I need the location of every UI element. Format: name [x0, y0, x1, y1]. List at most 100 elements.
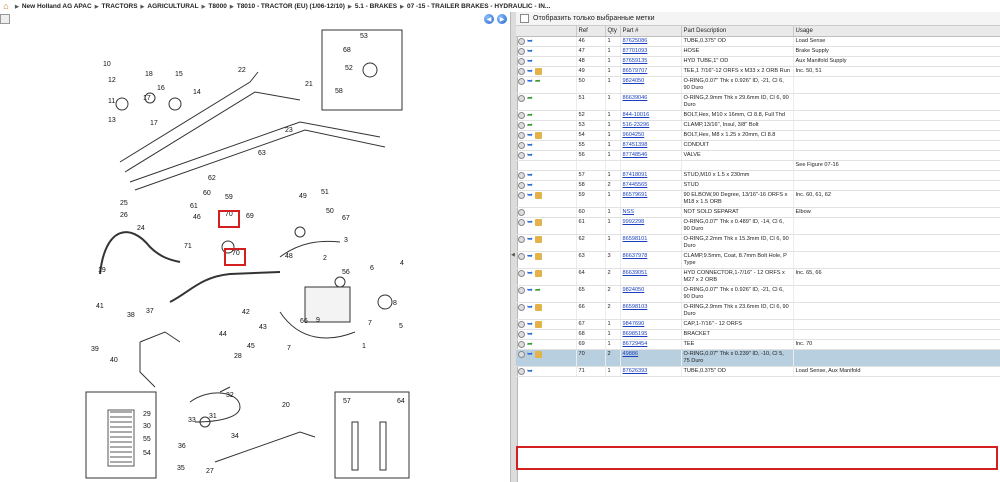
part-number-link[interactable]: 87625086	[623, 38, 648, 44]
table-row[interactable]: ➦ 52 1 844-10016 BOLT,Hex, M10 x 16mm, Cl 8.…	[516, 110, 1000, 121]
forward-icon[interactable]: ➦	[535, 78, 541, 85]
part-number-link[interactable]: 86729454	[623, 341, 648, 347]
settings-icon[interactable]	[518, 122, 525, 129]
table-row[interactable]: ➥ 54 1 9604250 BOLT,Hex, M8 x 1.25 x 20mm, C…	[516, 130, 1000, 141]
callout-label[interactable]: 19	[98, 267, 106, 274]
table-row[interactable]: ➦ 69 1 86729454 TEE Inc. 70	[516, 339, 1000, 350]
collapse-arrow-icon[interactable]: ◀	[511, 252, 515, 260]
column-header[interactable]: Part Description	[681, 26, 794, 37]
table-row[interactable]: ➥ 48 1 87659135 HYD TUBE,1" OD Aux Manifold S…	[516, 56, 1000, 67]
table-row[interactable]: See Figure 07-16	[516, 160, 1000, 171]
part-number-cell[interactable]: 9824050	[620, 76, 682, 94]
settings-icon[interactable]	[518, 209, 525, 216]
add-to-cart-icon[interactable]: ➥	[527, 132, 533, 139]
callout-label[interactable]: 44	[219, 331, 227, 338]
add-to-cart-icon[interactable]: ➥	[527, 253, 533, 260]
callout-label[interactable]: 41	[96, 303, 104, 310]
callout-label[interactable]: 70	[225, 211, 233, 218]
package-icon[interactable]	[534, 192, 542, 199]
callout-label[interactable]: 30	[143, 423, 151, 430]
add-to-cart-icon[interactable]: ➥	[527, 236, 533, 243]
settings-icon[interactable]	[518, 142, 525, 149]
part-number-link[interactable]: 86579691	[623, 192, 648, 198]
callout-label[interactable]: 57	[343, 398, 351, 405]
callout-label[interactable]: 10	[103, 61, 111, 68]
callout-label[interactable]: 60	[203, 190, 211, 197]
part-number-cell[interactable]: 87445565	[620, 180, 682, 191]
add-to-cart-icon[interactable]: ➥	[527, 152, 533, 159]
part-number-link[interactable]: NSS	[623, 209, 635, 215]
part-number-cell[interactable]: 86598101	[620, 234, 682, 252]
callout-label[interactable]: 11	[108, 98, 115, 105]
callout-label[interactable]: 50	[326, 208, 334, 215]
table-row[interactable]: ➦ 53 1 516-23296 CLAMP,13/16", Insul, 3/8" B…	[516, 120, 1000, 131]
callout-label[interactable]: 33	[188, 417, 196, 424]
callout-label[interactable]: 34	[231, 433, 239, 440]
breadcrumb-item[interactable]: 5.1 - BRAKES	[355, 3, 397, 10]
add-to-cart-icon[interactable]: ➥	[527, 368, 533, 375]
package-icon[interactable]	[534, 68, 542, 75]
part-number-link[interactable]: 87626393	[623, 368, 648, 374]
callout-label[interactable]: 3	[344, 237, 348, 244]
settings-icon[interactable]	[518, 172, 525, 179]
callout-label[interactable]: 2	[323, 255, 327, 262]
breadcrumb-items[interactable]: ▶ New Holland AG APAC ▶ TRACTORS ▶ AGRICULTUR…	[12, 3, 550, 10]
column-header[interactable]: Part #	[620, 26, 682, 37]
callout-label[interactable]: 7	[287, 345, 291, 352]
part-number-cell[interactable]: 9824050	[620, 285, 682, 303]
table-row[interactable]: ➥ 58 2 87445565 STUD	[516, 180, 1000, 191]
callout-label[interactable]: 42	[242, 309, 250, 316]
part-number-link[interactable]: 9847690	[623, 321, 645, 327]
part-number-cell[interactable]: 87626393	[620, 366, 682, 377]
column-header[interactable]: Usage	[793, 26, 1000, 37]
callout-label[interactable]: 28	[234, 353, 242, 360]
part-number-link[interactable]: 86985195	[623, 331, 648, 337]
callout-label[interactable]: 31	[209, 413, 217, 420]
package-icon[interactable]	[534, 321, 542, 328]
add-to-cart-icon[interactable]: ➥	[527, 351, 533, 358]
add-to-cart-icon[interactable]: ➥	[527, 219, 533, 226]
settings-icon[interactable]	[518, 368, 525, 375]
callout-label[interactable]: 64	[397, 398, 405, 405]
table-row[interactable]: ➥ 70 2 49886 O-RING,0.07" Thk x 0.239" ID, -…	[516, 349, 1000, 367]
column-header[interactable]	[516, 26, 577, 37]
part-number-link[interactable]: 844-10016	[623, 112, 650, 118]
callout-label[interactable]: 13	[108, 117, 116, 124]
settings-icon[interactable]	[518, 321, 525, 328]
package-icon[interactable]	[534, 236, 542, 243]
callout-label[interactable]: 5	[399, 323, 403, 330]
add-to-cart-icon[interactable]: ➥	[527, 48, 533, 55]
part-number-cell[interactable]: 86639046	[620, 93, 682, 111]
callout-label[interactable]: 51	[321, 189, 329, 196]
callout-label[interactable]: 21	[305, 81, 313, 88]
callout-label[interactable]: 45	[247, 343, 255, 350]
callout-label[interactable]: 39	[91, 346, 99, 353]
callout-label[interactable]: 38	[127, 312, 135, 319]
callout-label[interactable]: 8	[393, 300, 397, 307]
package-icon[interactable]	[534, 304, 542, 311]
callout-label[interactable]: 62	[208, 175, 216, 182]
settings-icon[interactable]	[518, 182, 525, 189]
table-row[interactable]: ➥ 57 1 87418091 STUD,M10 x 1.5 x 230mm	[516, 170, 1000, 181]
part-number-cell[interactable]: 9992298	[620, 217, 682, 235]
table-row[interactable]: 60 1 NSS NOT SOLD SEPARAT Elbow	[516, 207, 1000, 218]
settings-icon[interactable]	[518, 287, 525, 294]
callout-label[interactable]: 1	[362, 343, 366, 350]
callout-label[interactable]: 52	[345, 65, 353, 72]
add-to-cart-icon[interactable]: ➥	[527, 172, 533, 179]
part-number-cell[interactable]: 86637978	[620, 251, 682, 269]
package-icon[interactable]	[534, 351, 542, 358]
table-row[interactable]: ➥ 71 1 87626393 TUBE,0.375" OD Load Sense, Au…	[516, 366, 1000, 377]
table-row[interactable]: ➥ ➦ 50 1 9824050 O-RING,0.07" Thk x 0.926" ID…	[516, 76, 1000, 94]
callout-label[interactable]: 58	[335, 88, 343, 95]
callout-label[interactable]: 12	[108, 77, 116, 84]
callout-label[interactable]: 16	[157, 85, 165, 92]
breadcrumb-item[interactable]: T8010 - TRACTOR (EU) (1/06-12/10)	[237, 3, 345, 10]
settings-icon[interactable]	[518, 112, 525, 119]
settings-icon[interactable]	[518, 38, 525, 45]
table-row[interactable]: ➥ 68 1 86985195 BRACKET	[516, 329, 1000, 340]
settings-icon[interactable]	[518, 341, 525, 348]
add-to-cart-icon[interactable]: ➥	[527, 142, 533, 149]
part-number-cell[interactable]: NSS	[620, 207, 682, 218]
callout-label[interactable]: 55	[143, 436, 151, 443]
